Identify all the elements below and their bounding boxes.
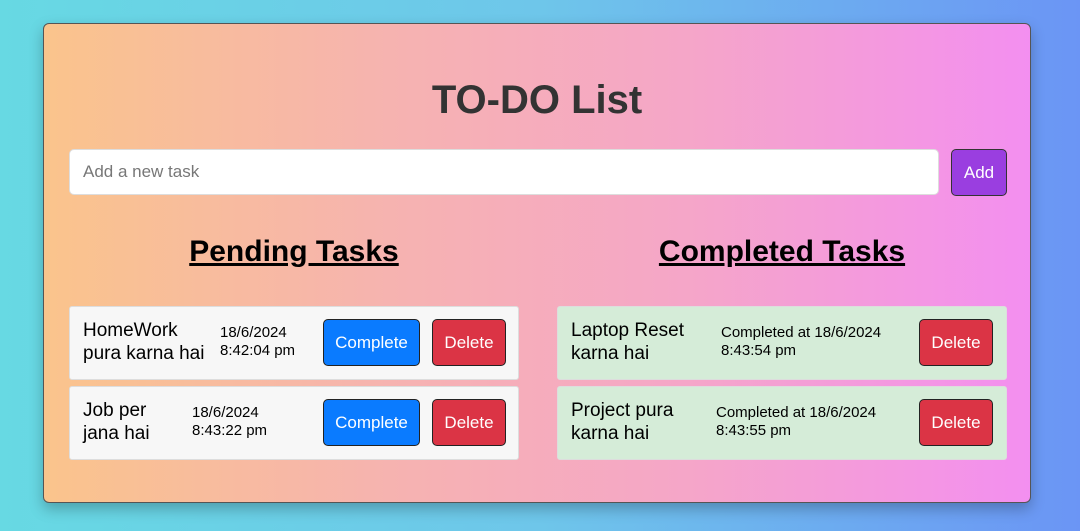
task-text: Project pura karna hai	[571, 399, 673, 445]
complete-button[interactable]: Complete	[323, 399, 420, 446]
task-timestamp: 18/6/2024 8:43:22 pm	[192, 404, 267, 440]
completed-time: 8:43:54 pm	[721, 342, 797, 359]
task-text: HomeWork pura karna hai	[83, 319, 204, 365]
completed-tasks-section: Completed Tasks Laptop Reset karna hai C…	[557, 234, 1007, 466]
completed-task-list: Laptop Reset karna hai Completed at 18/6…	[557, 306, 1007, 460]
task-text: Laptop Reset karna hai	[571, 319, 684, 365]
completed-timestamp: Completed at 18/6/2024 8:43:54 pm	[721, 324, 881, 360]
task-text-line: jana hai	[83, 423, 150, 444]
delete-button[interactable]: Delete	[432, 319, 506, 366]
completed-tasks-heading: Completed Tasks	[658, 235, 906, 268]
task-time: 8:43:22 pm	[192, 422, 268, 439]
task-text-line: karna hai	[571, 343, 650, 364]
pending-task-list: HomeWork pura karna hai 18/6/2024 8:42:0…	[69, 306, 519, 460]
completed-at-line: Completed at 18/6/2024	[716, 404, 877, 421]
completed-task-item: Project pura karna hai Completed at 18/6…	[557, 386, 1007, 460]
pending-task-item: HomeWork pura karna hai 18/6/2024 8:42:0…	[69, 306, 519, 380]
completed-timestamp: Completed at 18/6/2024 8:43:55 pm	[716, 404, 876, 440]
page-title: TO-DO List	[431, 78, 643, 122]
completed-task-item: Laptop Reset karna hai Completed at 18/6…	[557, 306, 1007, 380]
delete-button[interactable]: Delete	[432, 399, 506, 446]
task-text-line: Job per	[83, 400, 147, 421]
task-text-line: Project pura	[571, 400, 674, 421]
complete-button[interactable]: Complete	[323, 319, 420, 366]
completed-time: 8:43:55 pm	[716, 422, 792, 439]
pending-tasks-heading: Pending Tasks	[189, 235, 399, 268]
task-text-line: HomeWork	[83, 320, 178, 341]
delete-button[interactable]: Delete	[919, 319, 993, 366]
task-text-line: pura karna hai	[83, 343, 205, 364]
add-task-button[interactable]: Add	[951, 149, 1007, 196]
task-text: Job per jana hai	[83, 399, 150, 445]
pending-task-item: Job per jana hai 18/6/2024 8:43:22 pm Co…	[69, 386, 519, 460]
task-date: 18/6/2024	[220, 324, 287, 341]
todo-card: TO-DO List Add Pending Tasks HomeWork pu…	[43, 23, 1031, 503]
task-time: 8:42:04 pm	[220, 342, 296, 359]
pending-tasks-section: Pending Tasks HomeWork pura karna hai 18…	[69, 234, 519, 466]
task-date: 18/6/2024	[192, 404, 259, 421]
task-text-line: Laptop Reset	[571, 320, 685, 341]
new-task-input[interactable]	[69, 149, 939, 195]
delete-button[interactable]: Delete	[919, 399, 993, 446]
task-timestamp: 18/6/2024 8:42:04 pm	[220, 324, 295, 360]
task-text-line: karna hai	[571, 423, 650, 444]
completed-at-line: Completed at 18/6/2024	[721, 324, 882, 341]
